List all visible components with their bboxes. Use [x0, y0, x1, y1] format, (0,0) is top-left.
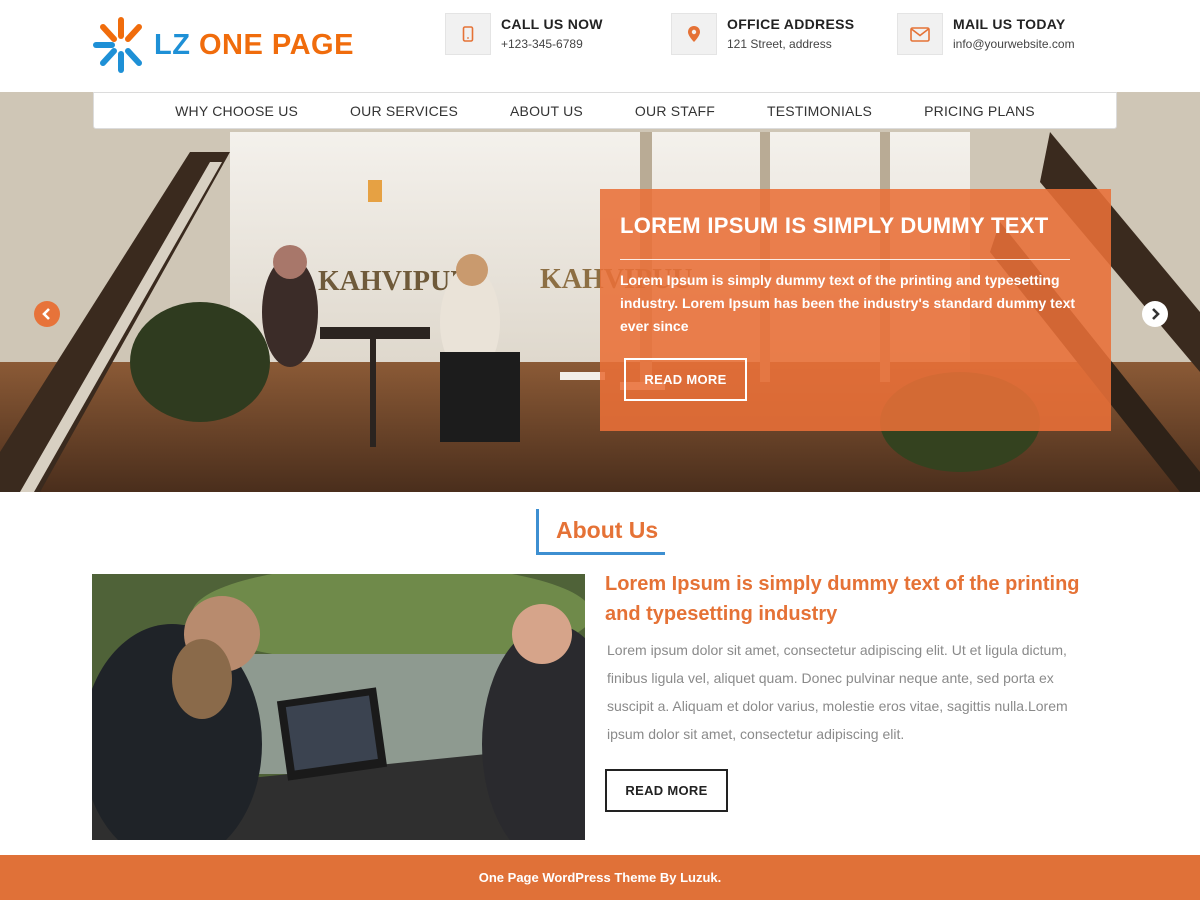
nav-item-about-us[interactable]: ABOUT US [510, 103, 583, 119]
contact-call-title: CALL US NOW [501, 16, 603, 32]
main-nav: WHY CHOOSE US OUR SERVICES ABOUT US OUR … [93, 92, 1117, 129]
mail-icon [897, 13, 943, 55]
nav-item-our-staff[interactable]: OUR STAFF [635, 103, 715, 119]
contact-address-title: OFFICE ADDRESS [727, 16, 855, 32]
contact-mail: MAIL US TODAY info@yourwebsite.com [897, 13, 1075, 55]
contact-call: CALL US NOW +123-345-6789 [445, 13, 603, 55]
hero-read-more-button[interactable]: READ MORE [624, 358, 747, 401]
nav-item-testimonials[interactable]: TESTIMONIALS [767, 103, 872, 119]
logo-text-lz: LZ [154, 28, 191, 61]
hero-caption: LOREM IPSUM IS SIMPLY DUMMY TEXT Lorem I… [600, 189, 1111, 431]
nav-item-pricing-plans[interactable]: PRICING PLANS [924, 103, 1035, 119]
contact-address: OFFICE ADDRESS 121 Street, address [671, 13, 854, 55]
hero-title: LOREM IPSUM IS SIMPLY DUMMY TEXT [620, 213, 1049, 238]
about-text: Lorem ipsum dolor sit amet, consectetur … [607, 642, 1068, 742]
hero-slider: KAHVIPUU KAHVIPUU LOREM IPSUM IS SIMPLY … [0, 92, 1200, 492]
contact-address-value: 121 Street, address [727, 37, 832, 51]
hero-text: Lorem Ipsum is simply dummy text of the … [620, 272, 1076, 334]
contact-mail-value[interactable]: info@yourwebsite.com [953, 37, 1075, 51]
map-pin-icon [671, 13, 717, 55]
about-heading: About Us [556, 517, 659, 543]
logo-sunburst-icon [93, 17, 142, 73]
about-read-more-button[interactable]: READ MORE [605, 769, 728, 812]
chevron-right-icon [1152, 308, 1160, 320]
phone-icon [445, 13, 491, 55]
site-logo[interactable]: LZ ONE PAGE [90, 14, 354, 76]
about-title: Lorem Ipsum is simply dummy text of the … [605, 573, 1080, 625]
hero-divider [620, 259, 1070, 260]
nav-item-why-choose-us[interactable]: WHY CHOOSE US [175, 103, 298, 119]
slider-next-button[interactable] [1142, 301, 1168, 327]
site-header: LZ ONE PAGE CALL US NOW +123-345-6789 OF… [0, 0, 1200, 92]
contact-mail-title: MAIL US TODAY [953, 16, 1066, 32]
slider-prev-button[interactable] [34, 301, 60, 327]
site-footer: One Page WordPress Theme By Luzuk. [0, 855, 1200, 900]
chevron-left-icon [42, 308, 50, 320]
contact-call-value: +123-345-6789 [501, 37, 583, 51]
footer-credit[interactable]: One Page WordPress Theme By Luzuk. [479, 870, 722, 885]
nav-item-our-services[interactable]: OUR SERVICES [350, 103, 458, 119]
logo-text: LZ ONE PAGE [154, 29, 354, 62]
about-heading-box: About Us [536, 509, 665, 555]
logo-text-one-page: ONE PAGE [199, 28, 354, 61]
about-image [92, 574, 585, 840]
